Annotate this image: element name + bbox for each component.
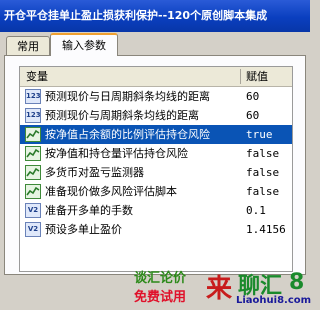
tab-panel: 变量 赋值 123 预测现价与日周期斜条均线的距离 60 123 预测现价与周期斜条均线… [4,55,306,275]
table-row[interactable]: 按净值和持仓量评估持仓风险 false [20,144,292,163]
watermark-url: Liaohui8.com [236,295,312,306]
parameter-value[interactable]: 0.1 [246,201,266,220]
number-icon: 123 [25,89,41,104]
window-title: 开仓平仓挂单止盈止损获利保护--120个原创脚本集成 [0,0,310,32]
table-row[interactable]: V2 预设多单止盈价 1.4156 [20,220,292,239]
parameter-value[interactable]: true [246,125,273,144]
parameter-value[interactable]: false [246,182,279,201]
parameter-name: 准备开多单的手数 [45,204,133,217]
parameter-value[interactable]: 60 [246,106,259,125]
wave-icon [25,184,41,199]
decimal-icon: V2 [25,222,41,237]
table-row[interactable]: 多货币对盈亏监测器 false [20,163,292,182]
table-row[interactable]: V2 准备开多单的手数 0.1 [20,201,292,220]
table-row[interactable]: 123 预测现价与周期斜条均线的距离 60 [20,106,292,125]
watermark-char1: 来 [206,274,233,304]
column-header-variable[interactable]: 变量 [26,67,48,86]
wave-icon [25,165,41,180]
parameter-name: 按净值占余额的比例评估持仓风险 [45,128,210,141]
parameter-name: 按净值和持仓量评估持仓风险 [45,147,188,160]
parameter-value[interactable]: 1.4156 [246,220,286,239]
column-header-value[interactable]: 赋值 [246,67,268,86]
watermark-line2: 免费试用 [134,290,187,305]
tab-common[interactable]: 常用 [6,36,50,55]
table-row[interactable]: 准备现价做多风险评估脚本 false [20,182,292,201]
watermark-line1: 谈汇论价 [134,271,187,286]
column-divider[interactable] [240,69,241,84]
parameter-name: 预设多单止盈价 [45,223,122,236]
number-icon: 123 [25,108,41,123]
parameter-name: 多货币对盈亏监测器 [45,166,144,179]
watermark-char3: 8 [289,270,305,295]
table-header: 变量 赋值 [20,67,292,87]
wave-icon [25,127,41,142]
parameter-name: 预测现价与周期斜条均线的距离 [45,109,199,122]
tab-input-parameters[interactable]: 输入参数 [50,33,118,56]
table-row[interactable]: 123 预测现价与日周期斜条均线的距离 60 [20,87,292,106]
parameter-value[interactable]: 60 [246,87,259,106]
parameter-value[interactable]: false [246,163,279,182]
parameter-name: 准备现价做多风险评估脚本 [45,185,177,198]
tab-bar: 常用 输入参数 [0,32,310,56]
parameter-value[interactable]: false [246,144,279,163]
watermark-banner: 谈汇论价 免费试用 来 聊汇 8 Liaohui8.com [0,270,312,310]
table-row[interactable]: 按净值占余额的比例评估持仓风险 true [20,125,292,144]
wave-icon [25,146,41,161]
parameters-table: 变量 赋值 123 预测现价与日周期斜条均线的距离 60 123 预测现价与周期斜条均线… [19,66,293,272]
parameter-name: 预测现价与日周期斜条均线的距离 [45,90,210,103]
decimal-icon: V2 [25,203,41,218]
